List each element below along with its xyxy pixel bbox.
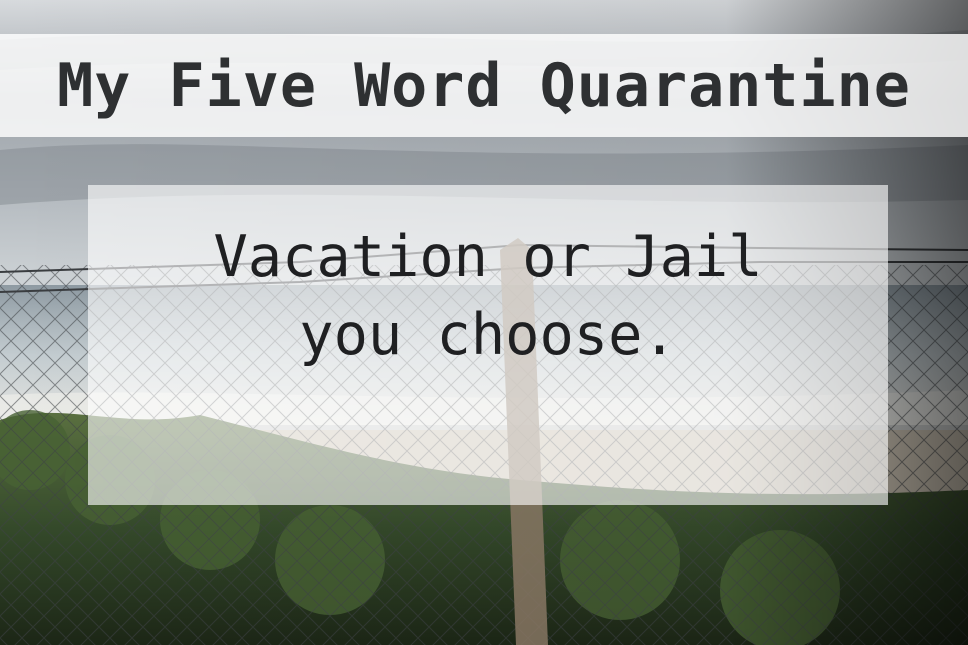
title-banner: My Five Word Quarantine (0, 34, 968, 137)
page-title: My Five Word Quarantine (57, 50, 911, 121)
poster: My Five Word Quarantine Vacation or Jail… (0, 0, 968, 645)
caption-line-2: you choose. (299, 302, 677, 368)
caption-panel: Vacation or Jail you choose. (88, 185, 888, 505)
caption-line-1: Vacation or Jail (213, 224, 763, 290)
